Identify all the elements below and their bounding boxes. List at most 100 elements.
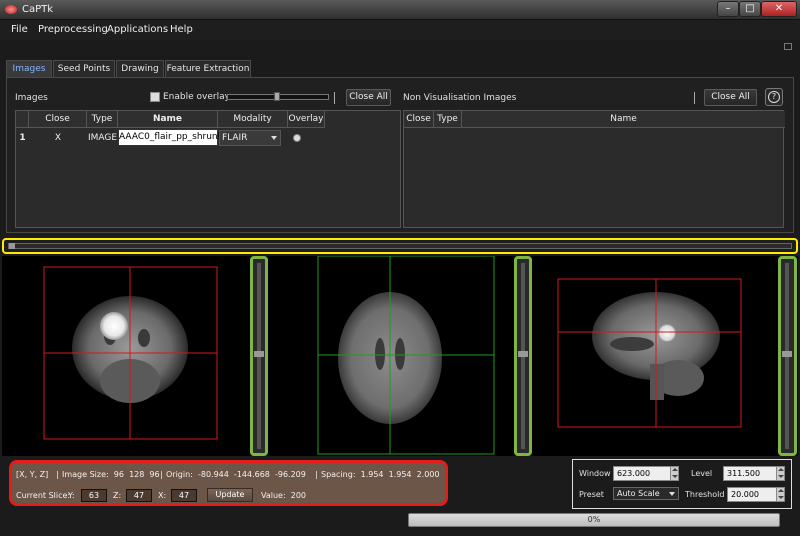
preset-select[interactable]: Auto Scale <box>613 487 679 500</box>
lesion <box>100 312 128 340</box>
maximize-button[interactable]: □ <box>739 1 761 17</box>
images-label: Images <box>15 93 48 103</box>
row-header-corner <box>16 111 29 128</box>
window-level-panel: Window 623.000 Level 311.500 Preset Auto… <box>572 459 792 509</box>
level-value: 311.500 <box>727 469 761 478</box>
image-info-panel: [X, Y, Z] | Image Size: 96 128 96 | Orig… <box>9 460 448 506</box>
row-type: IMAGE <box>87 133 118 143</box>
spin-arrows-icon[interactable] <box>670 467 678 480</box>
menu-help[interactable]: Help <box>170 24 193 35</box>
window-input[interactable]: 623.000 <box>613 466 679 481</box>
ventricle <box>610 337 654 351</box>
coords-label: [X, Y, Z] <box>16 470 49 479</box>
z-label: Z: <box>113 491 122 500</box>
overlay-opacity-handle[interactable] <box>274 92 280 101</box>
window-value: 623.000 <box>617 469 651 478</box>
threshold-value: 20.000 <box>731 490 759 499</box>
overlay-radio[interactable] <box>293 134 301 142</box>
slider-groove <box>8 243 792 249</box>
close-all-images-button[interactable]: Close All <box>346 89 391 106</box>
col-name[interactable]: Name <box>118 111 218 128</box>
maximize-icon: □ <box>745 3 755 14</box>
tab-drawing[interactable]: Drawing <box>116 60 164 77</box>
coronal-view[interactable] <box>2 256 250 456</box>
close-button[interactable]: ✕ <box>761 1 797 17</box>
separator <box>334 92 335 104</box>
separator-text: | <box>56 470 59 479</box>
overlay-opacity-slider[interactable] <box>227 92 329 101</box>
tab-images[interactable]: Images <box>6 60 52 77</box>
separator <box>694 92 695 104</box>
y-label: Y: <box>68 491 75 500</box>
origin: Origin: -80.944 -144.668 -96.209 <box>166 470 306 479</box>
col-overlay[interactable]: Overlay <box>288 111 325 128</box>
slider-handle[interactable] <box>254 351 264 357</box>
x-label: X: <box>158 491 167 500</box>
sagittal-slice-slider[interactable] <box>778 256 797 456</box>
window-title: CaPTk <box>22 4 54 15</box>
minimize-icon: – <box>725 3 731 14</box>
horizontal-slider[interactable] <box>2 238 798 254</box>
sagittal-view[interactable] <box>532 256 778 456</box>
level-input[interactable]: 311.500 <box>723 466 785 481</box>
tab-feature-extraction[interactable]: Feature Extraction <box>165 60 251 77</box>
col-modality[interactable]: Modality <box>218 111 288 128</box>
spin-arrows-icon[interactable] <box>776 467 784 480</box>
preset-value: Auto Scale <box>617 489 660 498</box>
level-label: Level <box>691 469 713 478</box>
separator-text: | <box>160 470 163 479</box>
brainstem <box>650 364 664 400</box>
title-bar: CaPTk – □ ✕ <box>0 0 800 20</box>
row-name[interactable]: AAAC0_flair_pp_shrunk <box>118 129 223 146</box>
slider-handle[interactable] <box>518 351 528 357</box>
non-vis-images-table: Close Type Name <box>403 110 785 228</box>
row-index: 1 <box>19 133 26 143</box>
menu-applications[interactable]: Applications <box>107 24 168 35</box>
help-icon: ? <box>768 91 780 103</box>
app-icon <box>5 5 17 14</box>
update-button[interactable]: Update <box>207 488 253 502</box>
menu-preprocessing[interactable]: Preprocessing <box>38 24 108 35</box>
enable-overlay-checkbox[interactable] <box>150 92 160 102</box>
modality-value: FLAIR <box>222 133 248 143</box>
threshold-input[interactable]: 20.000 <box>727 487 785 502</box>
menu-file[interactable]: File <box>11 24 28 35</box>
col-type[interactable]: Type <box>87 111 118 128</box>
ventricle <box>395 338 405 370</box>
dropdown-arrow-icon <box>271 136 277 140</box>
col-close[interactable]: Close <box>29 111 87 128</box>
images-tab-panel: Images Enable overlay Close All Close Ty… <box>6 77 794 233</box>
threshold-label: Threshold <box>685 490 725 499</box>
current-slice-label: Current Slice: <box>16 491 71 500</box>
col-type[interactable]: Type <box>434 111 462 128</box>
y-slice-input[interactable]: 63 <box>81 489 107 502</box>
slider-handle[interactable] <box>9 243 15 249</box>
modality-select[interactable]: FLAIR <box>219 130 281 146</box>
menu-bar: File Preprocessing Applications Help <box>0 20 800 40</box>
close-all-nonvis-button[interactable]: Close All <box>704 89 757 106</box>
lesion <box>658 324 676 342</box>
window-label: Window <box>579 469 611 478</box>
image-viewers <box>2 256 798 456</box>
preset-label: Preset <box>579 490 604 499</box>
axial-slice-slider[interactable] <box>514 256 532 456</box>
tab-seed-points[interactable]: Seed Points <box>53 60 115 77</box>
value-readout: Value: 200 <box>261 491 307 500</box>
col-name[interactable]: Name <box>462 111 785 128</box>
images-table: Close Type Name Modality Overlay 1 X IMA… <box>15 110 401 228</box>
col-close[interactable]: Close <box>404 111 434 128</box>
slider-handle[interactable] <box>782 351 792 357</box>
separator-text: | <box>315 470 318 479</box>
close-icon: ✕ <box>774 3 784 14</box>
spin-arrows-icon[interactable] <box>776 488 784 501</box>
minimize-button[interactable]: – <box>717 1 739 17</box>
axial-view[interactable] <box>268 256 514 456</box>
dropdown-arrow-icon <box>669 492 675 496</box>
z-slice-input[interactable]: 47 <box>126 489 152 502</box>
coronal-slice-slider[interactable] <box>250 256 268 456</box>
non-vis-images-label: Non Visualisation Images <box>403 93 517 103</box>
restore-icon[interactable] <box>784 43 792 50</box>
help-button[interactable]: ? <box>765 88 783 106</box>
row-close-button[interactable]: X <box>29 130 87 147</box>
x-slice-input[interactable]: 47 <box>171 489 197 502</box>
